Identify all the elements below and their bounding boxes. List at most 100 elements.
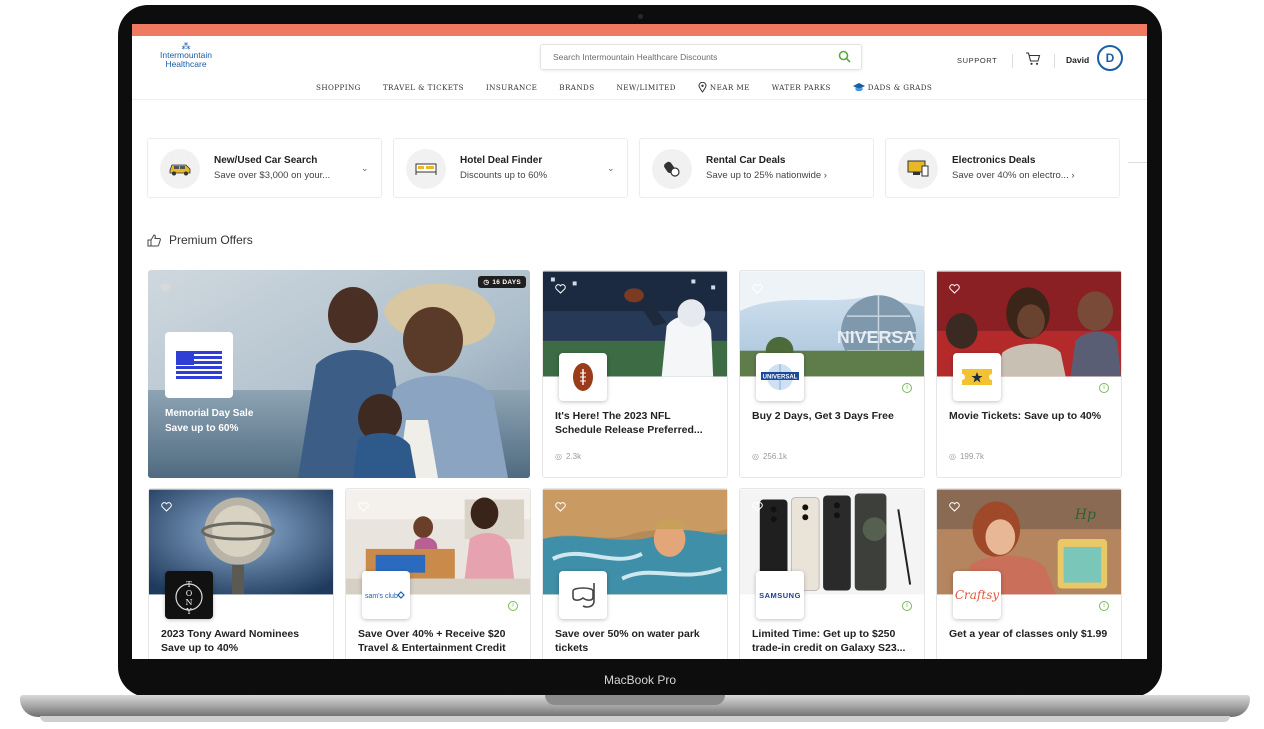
- flag-brand-logo: [165, 332, 233, 398]
- quick-link-hotel-finder[interactable]: Hotel Deal Finder Discounts up to 60% ⌄: [393, 138, 628, 198]
- favorite-heart-icon[interactable]: [555, 281, 566, 299]
- support-link[interactable]: SUPPORT: [957, 56, 997, 65]
- favorite-heart-icon[interactable]: [160, 280, 171, 298]
- quick-link-car-search[interactable]: New/Used Car Search Save over $3,000 on …: [147, 138, 382, 198]
- view-count: ◎ 256.1k: [752, 452, 787, 461]
- section-heading: Premium Offers: [147, 233, 253, 247]
- featured-text: Memorial Day Sale Save up to 60%: [165, 406, 253, 436]
- tony-logo-icon: TONY: [175, 580, 203, 615]
- carousel-edge: [1128, 162, 1147, 163]
- ticket-brand-logo: [953, 353, 1001, 401]
- eye-icon: ◎: [752, 452, 759, 461]
- clock-icon: ◷: [483, 279, 490, 286]
- favorite-heart-icon[interactable]: [555, 499, 566, 517]
- accent-bar: [132, 24, 1147, 36]
- nav-item-near-me[interactable]: NEAR ME: [698, 82, 750, 93]
- eye-icon: ◎: [555, 452, 562, 461]
- quick-link-subtitle: Save over 40% on electro... ›: [952, 170, 1075, 181]
- svg-text:sam's club: sam's club: [365, 593, 398, 600]
- quick-link-title: Electronics Deals: [952, 155, 1036, 166]
- main-nav: SHOPPING TRAVEL & TICKETS INSURANCE BRAN…: [316, 82, 932, 93]
- svg-text:O: O: [186, 589, 193, 598]
- quick-link-subtitle-text: Save over 40% on electro...: [952, 170, 1069, 181]
- quick-link-subtitle: Save over $3,000 on your...: [214, 170, 331, 181]
- offer-title: Save over 50% on water park tickets: [555, 628, 700, 654]
- universal-globe-icon: UNIVERSAL: [761, 364, 799, 390]
- view-count-value: 199.7k: [959, 452, 985, 461]
- favorite-heart-icon[interactable]: [949, 499, 960, 517]
- universal-brand-logo: UNIVERSAL: [756, 353, 804, 401]
- favorite-heart-icon[interactable]: [949, 281, 960, 299]
- offer-title: Save Over 40% + Receive $20 Travel & Ent…: [358, 628, 506, 654]
- header-divider: [1054, 54, 1055, 68]
- search-input[interactable]: [541, 45, 821, 69]
- favorite-heart-icon[interactable]: [358, 499, 369, 517]
- svg-text:Y: Y: [185, 607, 192, 615]
- site-logo[interactable]: ⁂ Intermountain Healthcare: [146, 42, 226, 69]
- section-title: Premium Offers: [169, 233, 253, 247]
- eye-icon: ◎: [949, 452, 956, 461]
- football-brand-logo: [559, 353, 607, 401]
- offer-card-sams-club[interactable]: sam's club i Save Over 40% + Receive $20…: [345, 488, 531, 659]
- offer-card-universal[interactable]: NIVERSA UNIVERSAL i Buy 2 Days, Get 3 Da…: [739, 270, 925, 478]
- offer-card-samsung[interactable]: SAMSUNG i Limited Time: Get up to $250 t…: [739, 488, 925, 659]
- offer-card-craftsy[interactable]: Hp Craftsy i Get a year of classes only …: [936, 488, 1122, 659]
- device-label: MacBook Pro: [603, 673, 677, 687]
- favorite-heart-icon[interactable]: [752, 281, 763, 299]
- featured-offer-card[interactable]: ◷ 16 DAYS Memorial Day Sale Save up to 6…: [148, 270, 530, 478]
- chevron-right-icon[interactable]: ›: [1071, 170, 1074, 181]
- laptop-notch: [545, 695, 725, 705]
- quick-links: New/Used Car Search Save over $3,000 on …: [147, 138, 1120, 198]
- ticket-icon: [962, 369, 992, 385]
- search-icon[interactable]: [838, 50, 851, 63]
- info-icon[interactable]: i: [1099, 601, 1109, 611]
- laptop-shadow: [40, 716, 1230, 722]
- quick-link-subtitle: Discounts up to 60%: [460, 170, 548, 181]
- offer-title: 2023 Tony Award Nominees Save up to 40%: [161, 628, 300, 654]
- user-name[interactable]: David: [1066, 55, 1089, 65]
- favorite-heart-icon[interactable]: [161, 499, 172, 517]
- favorite-heart-icon[interactable]: [752, 499, 763, 517]
- stage: ⁂ Intermountain Healthcare SUPPORT David…: [0, 0, 1264, 729]
- chevron-down-icon[interactable]: ⌄: [361, 163, 369, 174]
- nav-item-insurance[interactable]: INSURANCE: [486, 82, 537, 93]
- nav-item-new-limited[interactable]: NEW/LIMITED: [617, 82, 676, 93]
- svg-text:N: N: [186, 598, 193, 607]
- cart-icon[interactable]: [1025, 51, 1041, 66]
- svg-text:SAMSUNG: SAMSUNG: [759, 591, 801, 600]
- nav-item-travel-tickets[interactable]: TRAVEL & TICKETS: [383, 82, 464, 93]
- avatar[interactable]: D: [1097, 45, 1123, 71]
- chevron-right-icon[interactable]: ›: [824, 170, 827, 181]
- craftsy-logo-icon: Craftsy: [955, 588, 999, 602]
- offer-card-tony[interactable]: TONY 2023 Tony Award Nominees Save up to…: [148, 488, 334, 659]
- quick-link-rental-car[interactable]: Rental Car Deals Save up to 25% nationwi…: [639, 138, 874, 198]
- chevron-down-icon[interactable]: ⌄: [607, 163, 615, 174]
- logo-line2: Healthcare: [165, 59, 207, 69]
- sams-club-brand-logo: sam's club: [362, 571, 410, 619]
- bed-icon: [406, 149, 446, 189]
- svg-text:T: T: [186, 580, 192, 589]
- us-flag-icon: [176, 351, 222, 379]
- days-left-text: 16 DAYS: [492, 278, 521, 286]
- offer-title: It's Here! The 2023 NFL Schedule Release…: [555, 410, 703, 436]
- offer-card-nfl[interactable]: It's Here! The 2023 NFL Schedule Release…: [542, 270, 728, 478]
- search-bar: [540, 44, 862, 70]
- car-key-icon: [652, 149, 692, 189]
- info-icon[interactable]: i: [902, 601, 912, 611]
- nav-item-shopping[interactable]: SHOPPING: [316, 82, 361, 93]
- snorkel-brand-logo: [559, 571, 607, 619]
- info-icon[interactable]: i: [508, 601, 518, 611]
- craftsy-brand-logo: Craftsy: [953, 571, 1001, 619]
- nav-item-water-parks[interactable]: WATER PARKS: [772, 82, 831, 93]
- offer-card-water-park[interactable]: Save over 50% on water park tickets: [542, 488, 728, 659]
- offer-card-movie-tickets[interactable]: i Movie Tickets: Save up to 40% ◎ 199.7k: [936, 270, 1122, 478]
- offer-title: Limited Time: Get up to $250 trade-in cr…: [752, 628, 906, 654]
- car-icon: [160, 149, 200, 189]
- header-divider: [1012, 54, 1013, 68]
- nav-item-dads-grads[interactable]: DADS & GRADS: [852, 82, 932, 93]
- nav-item-brands[interactable]: BRANDS: [559, 82, 594, 93]
- svg-text:NIVERSA: NIVERSA: [837, 327, 916, 347]
- quick-link-electronics[interactable]: Electronics Deals Save over 40% on elect…: [885, 138, 1120, 198]
- info-icon[interactable]: i: [902, 383, 912, 393]
- info-icon[interactable]: i: [1099, 383, 1109, 393]
